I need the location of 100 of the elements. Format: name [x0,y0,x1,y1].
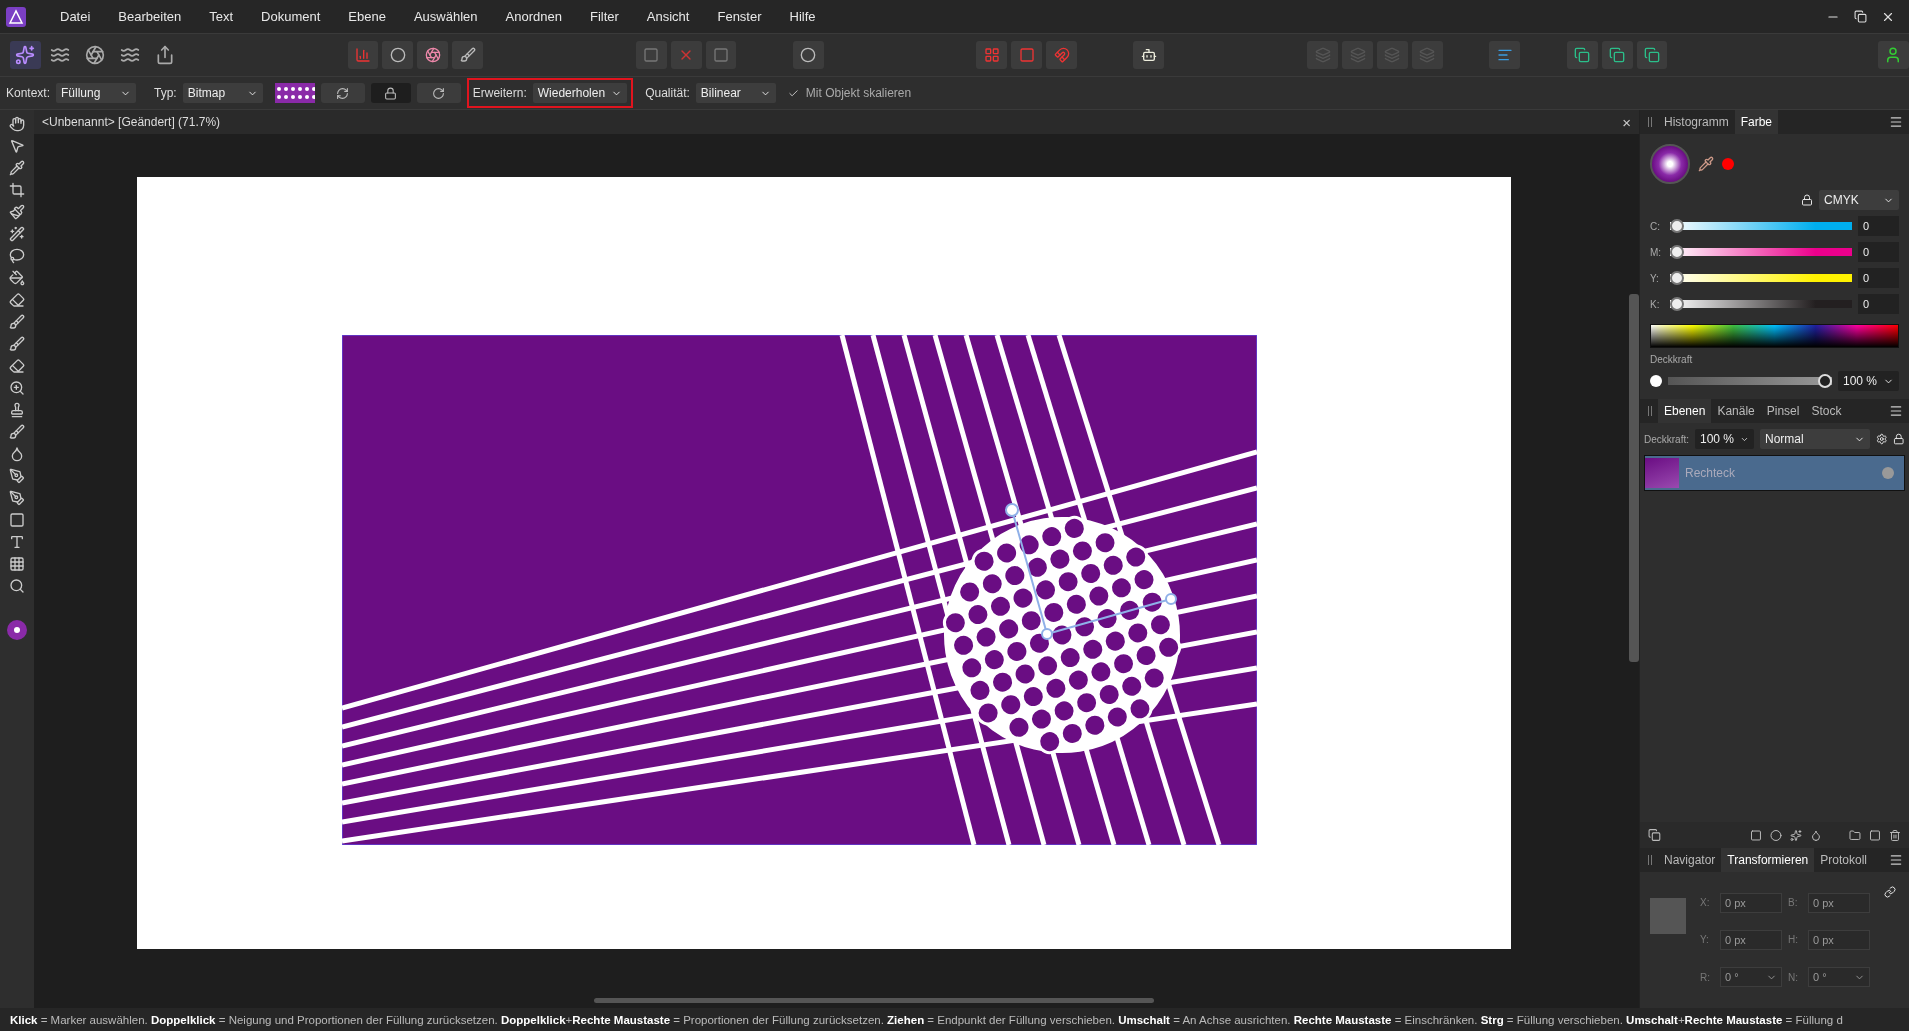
lasso-icon[interactable] [9,248,25,264]
slider-thumb[interactable] [1670,271,1684,285]
channel-slider[interactable] [1670,219,1852,233]
selection-button[interactable] [635,41,667,69]
magnet-button[interactable] [1046,41,1077,69]
brush-icon[interactable] [9,336,25,352]
selection-button[interactable] [705,41,737,69]
copy-icon[interactable] [1648,828,1661,842]
wand-icon[interactable] [9,226,25,242]
settings-icon[interactable] [1875,433,1888,445]
channel-value[interactable]: 0 [1858,216,1899,236]
color-wheel-button[interactable] [417,41,449,69]
lock-icon[interactable] [1893,433,1905,445]
align-button[interactable] [1489,41,1521,69]
folder-icon[interactable] [1849,828,1862,842]
panel-tab[interactable]: Protokoll [1814,848,1873,872]
panel-tab[interactable]: Stock [1805,399,1848,423]
fill-swatch[interactable] [1650,144,1690,184]
opacity-dropdown[interactable]: 100 % [1695,429,1754,449]
transform-field[interactable]: 0 px [1808,892,1870,913]
text-icon[interactable] [9,534,25,550]
brush-button[interactable] [452,41,484,69]
persona-button[interactable] [10,41,41,69]
adjustment-icon[interactable] [1770,828,1783,842]
hand-icon[interactable] [9,116,25,132]
scrollbar-thumb[interactable] [1629,294,1639,662]
droplet-icon[interactable] [9,446,25,462]
paintbrush-icon[interactable] [9,204,25,220]
copy-button[interactable] [1636,41,1668,69]
copy-button[interactable] [1566,41,1598,69]
stamp-icon[interactable] [9,402,25,418]
menu-item[interactable]: Fenster [703,9,776,24]
checkbox[interactable] [787,87,800,99]
color-model-dropdown[interactable]: CMYK [1819,190,1899,210]
dropdown[interactable]: Wiederholen [532,83,628,103]
transform-field[interactable]: 0 px [1720,892,1782,913]
menu-icon[interactable] [1889,115,1903,129]
eraser-icon[interactable] [9,292,25,308]
rotate-button[interactable] [416,83,461,103]
link-icon[interactable] [1884,886,1896,898]
trash-icon[interactable] [1889,828,1901,842]
pattern-swatch-icon[interactable] [274,83,315,103]
droplet-icon[interactable] [1810,828,1823,842]
mask-button[interactable] [792,41,824,69]
menu-icon[interactable] [1889,404,1903,418]
pointer-icon[interactable] [9,138,25,154]
stroke-swatch[interactable] [1722,158,1734,170]
scrollbar-thumb[interactable] [594,997,1154,1003]
panel-tab[interactable]: Transformieren [1721,848,1815,872]
square-button[interactable] [1011,41,1043,69]
pipette-icon[interactable] [1698,156,1714,172]
channel-slider[interactable] [1670,245,1852,259]
brush-icon[interactable] [9,424,25,440]
blend-mode-dropdown[interactable]: Normal [1759,429,1870,449]
grid-button[interactable] [976,41,1008,69]
menu-item[interactable]: Anordnen [491,9,576,24]
opacity-dropdown[interactable]: 100 % [1837,371,1899,391]
visibility-dot[interactable] [1882,467,1894,479]
menu-item[interactable]: Ansicht [632,9,704,24]
menu-item[interactable]: Hilfe [775,9,830,24]
copy-button[interactable] [1601,41,1633,69]
rectangle-icon[interactable] [9,512,25,528]
layer-icon[interactable] [1869,828,1881,842]
mask-icon[interactable] [1750,828,1763,842]
menu-item[interactable]: Auswählen [399,9,492,24]
paint-bucket-icon[interactable] [9,270,25,286]
transform-field[interactable]: 0 px [1808,930,1870,950]
user-button[interactable] [1878,41,1909,69]
panel-tab[interactable]: Histogramm [1658,110,1735,134]
zoom-icon[interactable] [9,380,25,396]
menu-item[interactable]: Ebene [334,9,400,24]
panel-tab[interactable]: Farbe [1734,110,1779,134]
close-button[interactable]: × [1622,113,1631,131]
slider-thumb[interactable] [1670,245,1684,259]
pen-icon[interactable] [9,468,25,484]
pen-icon[interactable] [9,490,25,506]
pattern-color-icon[interactable] [7,620,27,640]
menu-item[interactable]: Dokument [247,9,335,24]
lock-button[interactable] [370,83,411,103]
menu-item[interactable]: Bearbeiten [104,9,196,24]
menu-item[interactable]: Filter [575,9,633,24]
lock-icon[interactable] [1801,194,1813,206]
refresh-button[interactable] [320,83,365,103]
dropdown[interactable]: Füllung [56,83,137,103]
menu-icon[interactable] [1889,853,1903,867]
menu-item[interactable]: Datei [46,9,105,24]
grid-icon[interactable] [9,556,25,572]
transform-field[interactable]: 0 ° [1720,967,1782,988]
brush-icon[interactable] [9,314,25,330]
channel-slider[interactable] [1670,271,1852,285]
pipette-icon[interactable] [9,160,25,176]
panel-tab[interactable]: Pinsel [1760,399,1806,423]
panel-tab[interactable]: Navigator [1658,848,1722,872]
transform-field[interactable]: 0 ° [1808,967,1870,988]
eraser-icon[interactable] [9,358,25,374]
channel-value[interactable]: 0 [1858,268,1899,288]
restore-icon[interactable] [1854,9,1867,23]
dropdown[interactable]: Bilinear [695,83,776,103]
robot-button[interactable] [1133,41,1165,69]
transform-field[interactable]: 0 px [1720,930,1782,950]
